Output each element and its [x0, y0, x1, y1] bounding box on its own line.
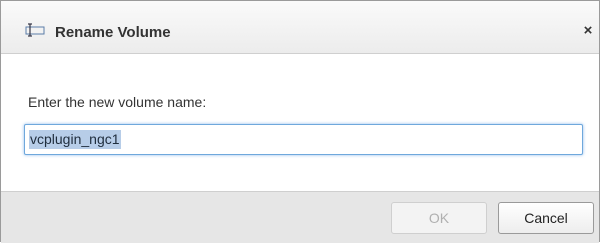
ok-button[interactable]: OK	[391, 202, 487, 234]
close-button[interactable]: ×	[581, 23, 595, 39]
rename-volume-dialog: Rename Volume × Enter the new volume nam…	[0, 0, 600, 243]
volume-name-prompt: Enter the new volume name:	[28, 94, 207, 110]
dialog-footer: OK Cancel	[1, 191, 599, 243]
cancel-button[interactable]: Cancel	[498, 202, 594, 234]
volume-name-value: vcplugin_ngc1	[29, 130, 121, 149]
volume-name-input[interactable]: vcplugin_ngc1	[24, 124, 583, 155]
dialog-titlebar: Rename Volume ×	[1, 1, 599, 54]
rename-volume-icon	[25, 23, 45, 37]
dialog-title: Rename Volume	[55, 24, 171, 41]
